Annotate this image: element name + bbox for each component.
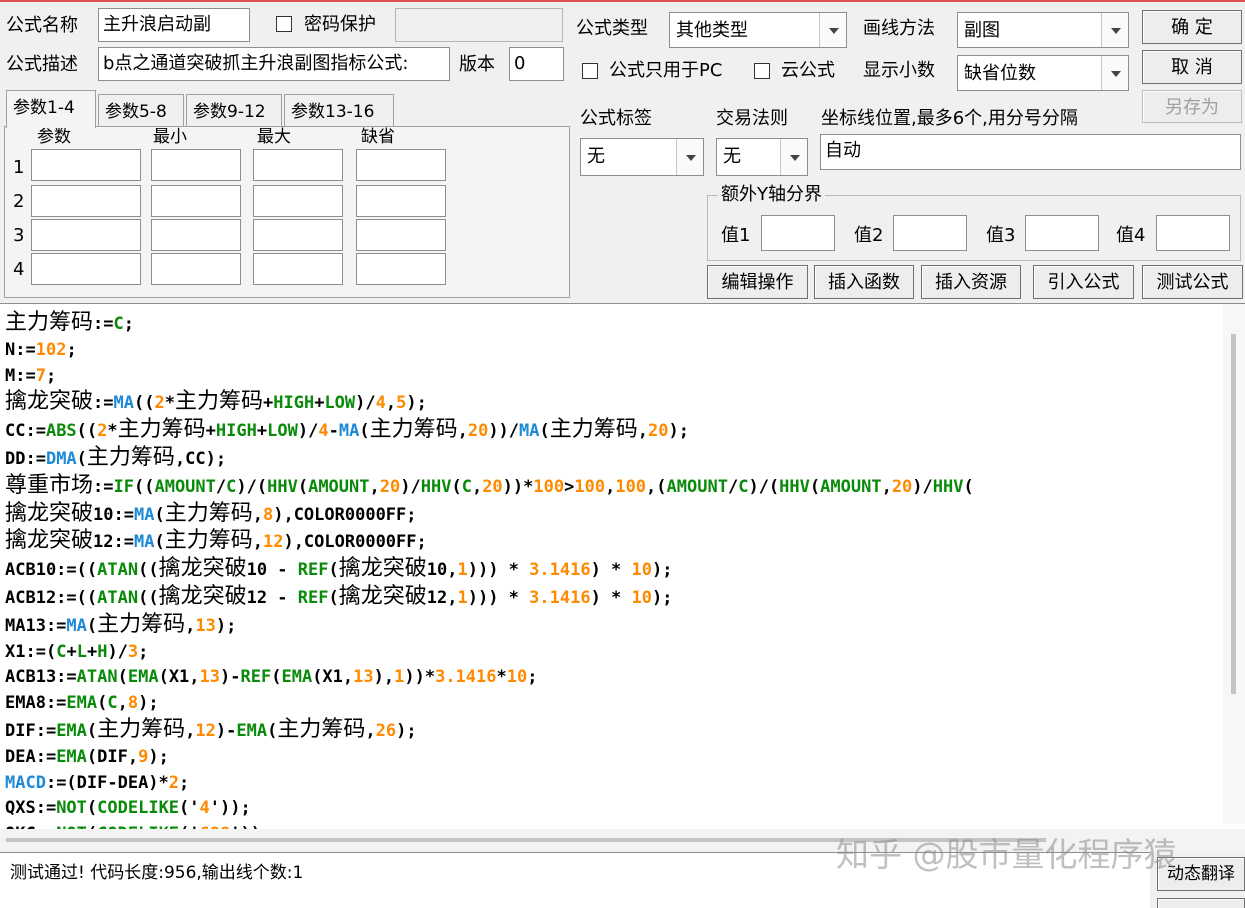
draw-method-label: 画线方法 (863, 18, 935, 39)
param4-max-input[interactable] (253, 253, 343, 285)
col-min-header: 最小 (153, 127, 187, 147)
tab-params-1-4[interactable]: 参数1-4 (6, 90, 96, 128)
param4-default-input[interactable] (356, 253, 446, 285)
value4-input[interactable] (1156, 215, 1230, 251)
formula-type-value: 其他类型 (676, 20, 748, 41)
pc-only-label: 公式只用于PC (609, 60, 723, 81)
formula-desc-input[interactable]: b点之通道突破抓主升浪副图指标公式: (98, 47, 450, 81)
col-max-header: 最大 (257, 127, 291, 147)
trade-rule-select[interactable]: 无 (716, 138, 808, 176)
value3-input[interactable] (1025, 215, 1099, 251)
chevron-down-icon (780, 139, 807, 175)
formula-tag-value: 无 (587, 146, 605, 167)
param1-default-input[interactable] (356, 149, 446, 181)
decimals-select[interactable]: 缺省位数 (957, 55, 1129, 91)
watermark: 知乎 @股市量化程序猿 (836, 835, 1177, 874)
param4-name-input[interactable] (31, 253, 141, 285)
value4-label: 值4 (1116, 225, 1146, 246)
pc-only-checkbox[interactable] (582, 63, 598, 79)
value3-label: 值3 (986, 225, 1016, 246)
cloud-label: 云公式 (781, 60, 835, 81)
status-message: 测试通过! 代码长度:956,输出线个数:1 (10, 863, 304, 883)
ok-button[interactable]: 确 定 (1142, 10, 1242, 44)
draw-method-select[interactable]: 副图 (957, 12, 1129, 48)
chevron-down-icon (676, 139, 703, 175)
formula-desc-label: 公式描述 (6, 54, 78, 75)
tab-params-5-8[interactable]: 参数5-8 (98, 94, 184, 128)
window-top-border (0, 0, 1245, 2)
formula-name-input[interactable]: 主升浪启动副 (98, 8, 250, 42)
cloud-checkbox[interactable] (754, 63, 770, 79)
version-input[interactable]: 0 (509, 47, 564, 81)
tab-params-13-16[interactable]: 参数13-16 (284, 94, 394, 128)
vertical-scrollbar[interactable] (1223, 304, 1245, 824)
param4-min-input[interactable] (151, 253, 241, 285)
cancel-button[interactable]: 取 消 (1142, 50, 1242, 84)
tab-params-9-12[interactable]: 参数9-12 (186, 94, 282, 128)
scrollbar-thumb[interactable] (1231, 334, 1236, 694)
axis-position-label: 坐标线位置,最多6个,用分号分隔 (821, 108, 1078, 129)
param3-default-input[interactable] (356, 219, 446, 251)
save-as-button[interactable]: 另存为 (1142, 90, 1242, 123)
param1-name-input[interactable] (31, 149, 141, 181)
password-checkbox[interactable] (276, 16, 292, 32)
col-param-header: 参数 (37, 127, 71, 147)
param2-max-input[interactable] (253, 185, 343, 217)
trade-rule-label: 交易法则 (716, 108, 788, 129)
password-input[interactable] (395, 8, 563, 42)
col-default-header: 缺省 (361, 127, 395, 147)
value2-label: 值2 (854, 225, 884, 246)
code-text[interactable]: 主力筹码:=C; N:=102; M:=7; 擒龙突破:=MA((2*主力筹码+… (5, 310, 1223, 848)
param3-min-input[interactable] (151, 219, 241, 251)
chevron-down-icon (819, 13, 846, 47)
param2-min-input[interactable] (151, 185, 241, 217)
row-number: 2 (13, 191, 25, 212)
decimals-value: 缺省位数 (964, 63, 1036, 84)
password-label: 密码保护 (304, 14, 376, 35)
code-editor[interactable]: 主力筹码:=C; N:=102; M:=7; 擒龙突破:=MA((2*主力筹码+… (0, 303, 1245, 851)
param2-name-input[interactable] (31, 185, 141, 217)
chevron-down-icon (1101, 13, 1128, 47)
param1-max-input[interactable] (253, 149, 343, 181)
chevron-down-icon (1101, 56, 1128, 90)
trade-rule-value: 无 (723, 146, 741, 167)
formula-type-select[interactable]: 其他类型 (669, 12, 847, 48)
value1-label: 值1 (721, 225, 751, 246)
version-label: 版本 (459, 54, 495, 75)
value1-input[interactable] (761, 215, 835, 251)
param3-name-input[interactable] (31, 219, 141, 251)
row-number: 1 (13, 157, 25, 178)
param2-default-input[interactable] (356, 185, 446, 217)
formula-name-label: 公式名称 (6, 15, 78, 36)
value2-input[interactable] (893, 215, 967, 251)
extra-y-axis-title: 额外Y轴分界 (718, 186, 825, 204)
param1-min-input[interactable] (151, 149, 241, 181)
params-panel: 参数 最小 最大 缺省 1 2 3 4 (4, 126, 570, 298)
extra-button[interactable] (1157, 898, 1245, 908)
insert-resource-button[interactable]: 插入资源 (921, 265, 1021, 299)
row-number: 3 (13, 225, 25, 246)
import-formula-button[interactable]: 引入公式 (1033, 265, 1134, 299)
insert-function-button[interactable]: 插入函数 (814, 265, 914, 299)
decimals-label: 显示小数 (863, 60, 935, 81)
formula-tag-select[interactable]: 无 (580, 138, 704, 176)
axis-position-input[interactable]: 自动 (820, 134, 1241, 170)
edit-operations-button[interactable]: 编辑操作 (707, 265, 808, 299)
param3-max-input[interactable] (253, 219, 343, 251)
test-formula-button[interactable]: 测试公式 (1142, 265, 1243, 299)
formula-tag-label: 公式标签 (580, 108, 652, 129)
row-number: 4 (13, 259, 25, 280)
draw-method-value: 副图 (964, 20, 1000, 41)
formula-type-label: 公式类型 (576, 18, 648, 39)
